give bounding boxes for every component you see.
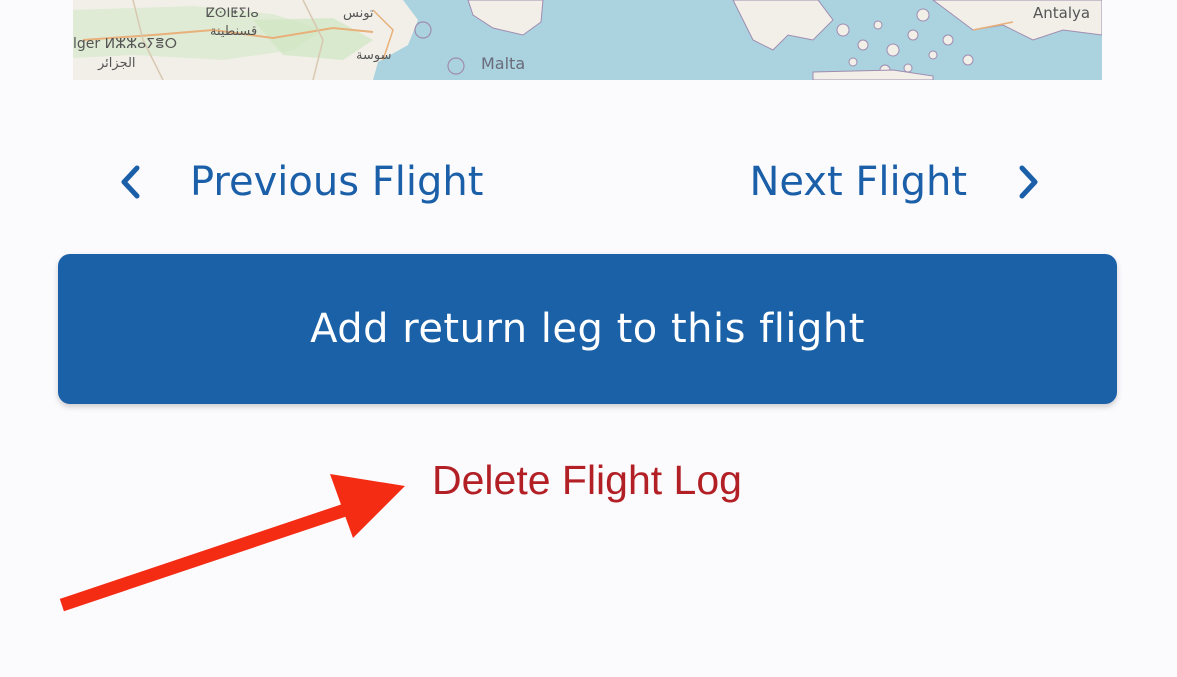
route-map[interactable]: ⵇⵙⵏⵟⵉⵏⴰ قسنطينة تونس سوسة lger ⵍⵣⵣⴰⵢⴻⵔ ا… (73, 0, 1102, 80)
delete-flight-log-button[interactable]: Delete Flight Log (432, 452, 742, 508)
map-label: قسنطينة (210, 24, 258, 39)
flight-navigation: Previous Flight Next Flight (0, 152, 1177, 212)
previous-flight-label: Previous Flight (190, 159, 484, 205)
delete-flight-log-label: Delete Flight Log (432, 456, 742, 503)
map-label: سوسة (356, 48, 392, 63)
chevron-left-icon (112, 152, 148, 212)
map-label: ⵇⵙⵏⵟⵉⵏⴰ (206, 6, 259, 21)
add-return-leg-label: Add return leg to this flight (310, 306, 865, 352)
map-label: الجزائر (98, 56, 136, 71)
next-flight-label: Next Flight (749, 159, 967, 205)
next-flight-button[interactable]: Next Flight (749, 152, 1047, 212)
add-return-leg-button[interactable]: Add return leg to this flight (58, 254, 1117, 404)
map-label: lger ⵍⵣⵣⴰⵢⴻⵔ (73, 36, 178, 52)
previous-flight-button[interactable]: Previous Flight (112, 152, 483, 212)
flight-detail-page: ⵇⵙⵏⵟⵉⵏⴰ قسنطينة تونس سوسة lger ⵍⵣⵣⴰⵢⴻⵔ ا… (0, 0, 1177, 677)
map-label-malta: Malta (481, 54, 526, 73)
map-label: تونس (343, 6, 374, 21)
map-label-antalya: Antalya (1033, 4, 1091, 22)
chevron-right-icon (1011, 152, 1047, 212)
